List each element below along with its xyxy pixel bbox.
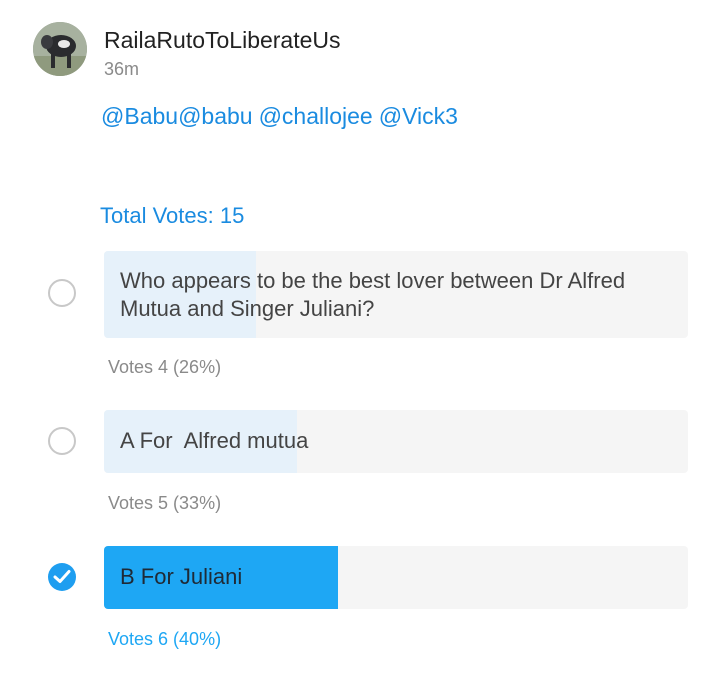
poll-option-radio[interactable] bbox=[48, 427, 76, 455]
user-avatar-icon bbox=[33, 22, 87, 76]
poll-option-votes: Votes 4 (26%) bbox=[108, 357, 222, 377]
poll-option-text: B For Juliani bbox=[120, 564, 243, 589]
checkmark-icon bbox=[53, 570, 71, 583]
poll-option-button[interactable]: Who appears to be the best lover between… bbox=[104, 251, 688, 338]
poll-option-button[interactable]: B For Juliani bbox=[104, 546, 688, 609]
poll-option-votes: Votes 5 (33%) bbox=[108, 493, 222, 513]
post-username[interactable]: RailaRutoToLiberateUs bbox=[104, 26, 341, 54]
poll-option-radio[interactable] bbox=[48, 279, 76, 307]
poll-option-votes: Votes 6 (40%) bbox=[108, 629, 222, 649]
mention-link[interactable]: @Babu@babu bbox=[101, 102, 253, 130]
avatar[interactable] bbox=[33, 22, 87, 76]
post-timestamp: 36m bbox=[104, 59, 140, 79]
mention-link[interactable]: @Vick3 bbox=[379, 102, 458, 130]
poll-option-text: A For Alfred mutua bbox=[120, 428, 309, 453]
poll-total-votes: Total Votes: 15 bbox=[100, 203, 245, 228]
poll-option-text: Who appears to be the best lover between… bbox=[120, 268, 632, 321]
mention-link[interactable]: @challojee bbox=[259, 102, 373, 130]
poll-option-button[interactable]: A For Alfred mutua bbox=[104, 410, 688, 473]
post-mentions: @Babu@babu @challojee @Vick3 bbox=[101, 102, 458, 130]
poll-option-radio-checked[interactable] bbox=[48, 563, 76, 591]
